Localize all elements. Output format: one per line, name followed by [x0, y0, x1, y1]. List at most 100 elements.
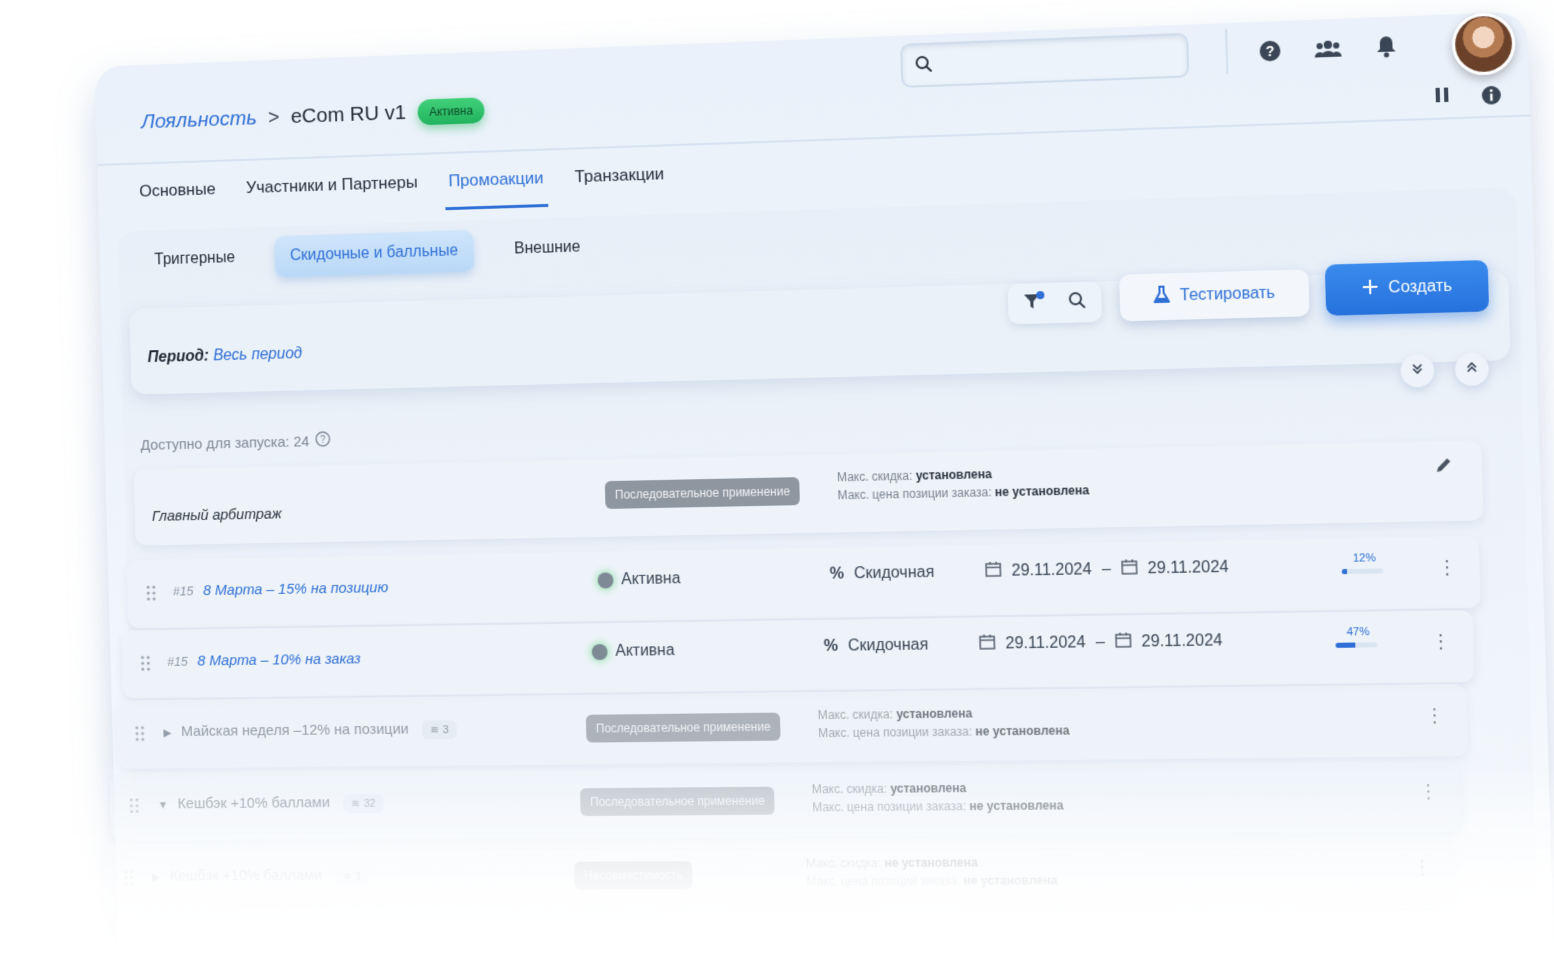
status-dot-icon — [591, 644, 608, 661]
promo-progress: 47% — [1335, 626, 1381, 648]
promo-status: Активна — [597, 570, 681, 589]
max-price-value: не установлена — [969, 798, 1064, 814]
help-icon[interactable]: ? — [1256, 37, 1284, 65]
top-bar: Лояльность > eCom RU v1 Активна ? — [94, 11, 1530, 166]
date-to: 29.11.2024 — [1147, 558, 1229, 577]
collapse-all-button[interactable] — [1454, 352, 1490, 387]
edit-icon[interactable] — [1434, 455, 1454, 479]
layers-icon: ≋ — [429, 724, 440, 737]
info-icon[interactable] — [1481, 85, 1503, 111]
users-icon[interactable] — [1314, 35, 1342, 63]
test-button[interactable]: Тестировать — [1119, 269, 1310, 322]
max-discount-value: установлена — [915, 467, 992, 483]
chevrons-down-icon — [1411, 361, 1424, 380]
breadcrumb-separator: > — [267, 106, 280, 129]
window-controls — [1434, 85, 1502, 113]
available-text: Доступно для запуска: 24 — [140, 432, 310, 454]
group-name[interactable]: ▶ Кешбэк +10% баллами ≋ 1 — [152, 866, 370, 887]
drag-handle-icon[interactable] — [140, 655, 151, 676]
max-price-label: Макс. цена позиции заказа: — [812, 799, 967, 815]
caret-right-icon[interactable]: ▶ — [152, 872, 160, 884]
calendar-icon — [985, 561, 1002, 582]
breadcrumb: Лояльность > eCom RU v1 Активна — [141, 97, 485, 135]
date-from: 29.11.2024 — [1011, 560, 1092, 580]
max-price-label: Макс. цена позиции заказа: — [837, 485, 992, 503]
max-price-label: Макс. цена позиции заказа: — [806, 873, 961, 889]
date-from: 29.11.2024 — [1005, 633, 1086, 652]
flask-icon — [1153, 285, 1170, 309]
mode-pill: Несовместимость — [574, 861, 693, 890]
top-icons: ? — [1256, 33, 1400, 65]
group-name[interactable]: ▼ Кешбэк +10% баллами ≋ 32 — [158, 793, 384, 814]
chevrons-up-icon — [1465, 360, 1478, 379]
progress-label: 47% — [1346, 625, 1370, 639]
tab-main[interactable]: Основные — [135, 170, 220, 221]
available-count: Доступно для запуска: 24 ? — [140, 431, 330, 455]
svg-text:?: ? — [1265, 44, 1274, 60]
promo-kind: % Скидочная — [824, 636, 929, 656]
subtab-trigger[interactable]: Триггерные — [139, 237, 251, 281]
group-count: 1 — [355, 870, 362, 883]
progress-fill — [1335, 642, 1356, 648]
collapse-controls — [1400, 352, 1490, 388]
tab-transactions[interactable]: Транзакции — [570, 154, 669, 206]
promo-id: #15 — [166, 653, 188, 669]
mode-pill: Последовательное применение — [579, 786, 776, 817]
count-badge: ≋ 32 — [343, 793, 384, 813]
bell-icon[interactable] — [1372, 33, 1400, 61]
group-row[interactable]: ▶ Майская неделя –12% на позиции ≋ 3 Посл… — [115, 684, 1469, 769]
layers-icon: ≋ — [351, 798, 361, 810]
search-icon[interactable] — [1068, 290, 1087, 314]
avatar[interactable] — [1451, 12, 1517, 77]
tab-participants[interactable]: Участники и Партнеры — [242, 163, 423, 217]
drag-handle-icon[interactable] — [129, 798, 139, 819]
group-name[interactable]: ▶ Майская неделя –12% на позиции ≋ 3 — [163, 720, 457, 742]
expand-all-button[interactable] — [1400, 353, 1435, 388]
arbitrage-name: Главный арбитраж — [151, 505, 282, 525]
tab-promos[interactable]: Промоакции — [444, 158, 549, 211]
count-badge: ≋ 3 — [422, 720, 457, 740]
filter-icon[interactable] — [1023, 290, 1046, 316]
group-row[interactable]: ▶ Кешбэк +10% баллами ≋ 1 Несовместимость… — [104, 836, 1456, 913]
promo-status-label: Активна — [620, 570, 681, 589]
breadcrumb-root-link[interactable]: Лояльность — [141, 107, 257, 135]
create-button[interactable]: Создать — [1324, 259, 1490, 316]
promo-kind-label: Скидочная — [853, 563, 935, 583]
more-icon[interactable]: ⋮ — [1419, 781, 1438, 803]
pause-icon[interactable] — [1434, 86, 1449, 112]
more-icon[interactable]: ⋮ — [1437, 557, 1456, 579]
group-row[interactable]: ▼ Кешбэк +10% баллами ≋ 32 Последовательн… — [109, 760, 1462, 841]
period-filter[interactable]: Период: Весь период — [147, 345, 302, 367]
group-count: 3 — [442, 723, 449, 736]
max-discount-label: Макс. скидка: — [811, 781, 888, 797]
subtab-discount[interactable]: Скидочные и балльные — [274, 230, 475, 278]
help-circle-icon[interactable]: ? — [315, 431, 331, 451]
promo-status: Активна — [591, 642, 675, 661]
group-count: 32 — [363, 797, 376, 810]
more-icon[interactable]: ⋮ — [1412, 857, 1431, 879]
promo-progress: 12% — [1341, 552, 1387, 575]
more-icon[interactable]: ⋮ — [1431, 631, 1450, 653]
drag-handle-icon[interactable] — [124, 870, 134, 890]
drag-handle-icon[interactable] — [135, 726, 145, 747]
period-value[interactable]: Весь период — [213, 345, 302, 364]
arbitrage-row[interactable]: Главный арбитраж Последовательное примен… — [133, 440, 1484, 546]
period-label: Период: — [147, 347, 210, 366]
date-to: 29.11.2024 — [1141, 631, 1223, 651]
svg-text:?: ? — [320, 435, 326, 446]
max-discount-label: Макс. скидка: — [817, 707, 894, 723]
caret-down-icon[interactable]: ▼ — [158, 800, 169, 812]
caret-right-icon[interactable]: ▶ — [163, 727, 171, 739]
subtab-external[interactable]: Внешние — [498, 226, 597, 271]
date-separator: – — [1101, 560, 1112, 578]
promo-name[interactable]: #15 8 Марта – 10% на заказ — [167, 651, 361, 670]
drag-handle-icon[interactable] — [146, 585, 156, 606]
promo-kind: % Скидочная — [830, 564, 935, 584]
promo-dates: 29.11.2024 – 29.11.2024 — [985, 557, 1229, 582]
search-input[interactable] — [900, 32, 1190, 88]
promo-title: 8 Марта – 15% на позицию — [202, 579, 389, 600]
promo-name[interactable]: #15 8 Марта – 15% на позицию — [173, 579, 389, 599]
max-price-value: не установлена — [975, 723, 1070, 739]
more-icon[interactable]: ⋮ — [1425, 705, 1444, 727]
date-separator: – — [1095, 633, 1106, 651]
